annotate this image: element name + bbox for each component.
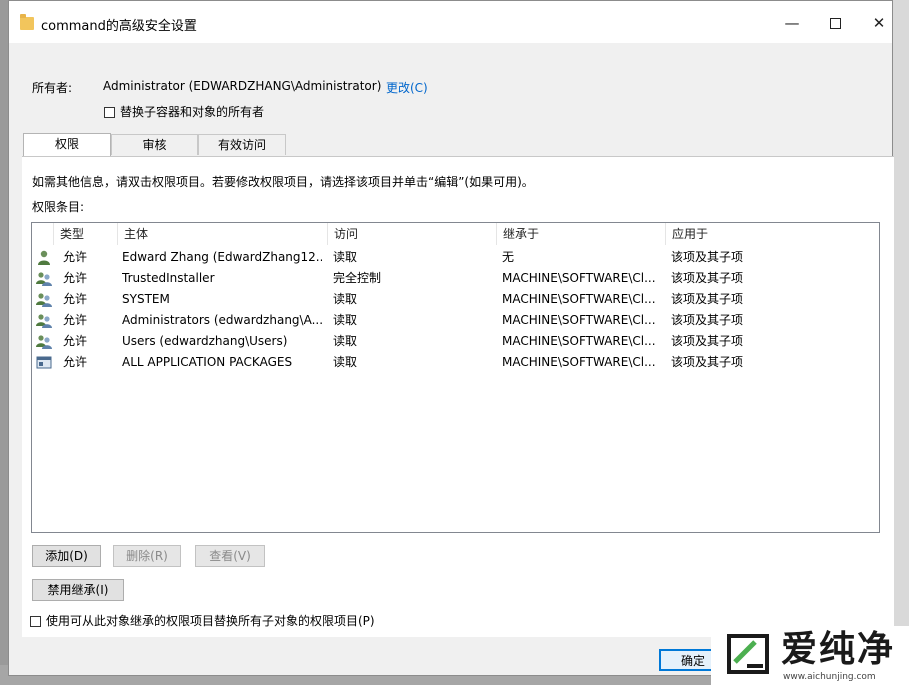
row-type: 允许 [63,313,88,327]
group-icon [36,314,52,328]
row-applies-to: 该项及其子项 [671,334,744,348]
close-button[interactable]: ✕ [859,9,899,37]
row-principal: ALL APPLICATION PACKAGES [122,355,293,369]
table-row[interactable]: 允许 Administrators (edwardzhang\A... 读取 M… [32,310,879,331]
row-type: 允许 [63,250,88,264]
replace-child-permissions-checkbox[interactable] [30,616,41,627]
row-principal: TrustedInstaller [122,271,215,285]
table-row[interactable]: 允许 SYSTEM 读取 MACHINE\SOFTWARE\Cl... 该项及其… [32,289,879,310]
row-principal: Users (edwardzhang\Users) [122,334,288,348]
watermark-url: www.aichunjing.com [783,672,876,682]
column-header-icon[interactable] [32,223,54,245]
table-row[interactable]: 允许 Users (edwardzhang\Users) 读取 MACHINE\… [32,331,879,352]
watermark-logo-icon [727,634,769,674]
column-header-access[interactable]: 访问 [328,223,497,245]
replace-owner-checkbox[interactable] [104,107,115,118]
row-principal: SYSTEM [122,292,170,306]
disable-inheritance-button[interactable]: 禁用继承(I) [32,579,124,601]
table-row[interactable]: 允许 ALL APPLICATION PACKAGES 读取 MACHINE\S… [32,352,879,373]
column-header-principal[interactable]: 主体 [118,223,328,245]
maximize-button[interactable] [815,9,855,37]
close-icon: ✕ [872,14,886,32]
row-type: 允许 [63,334,88,348]
row-access: 读取 [333,313,358,327]
packages-icon [36,356,52,369]
watermark: 爱纯净 www.aichunjing.com [711,626,909,685]
column-header-applies-to[interactable]: 应用于 [666,223,880,245]
user-icon [38,250,50,265]
row-inherited-from: 无 [502,250,515,264]
row-access: 读取 [333,292,358,306]
row-inherited-from: MACHINE\SOFTWARE\Cl... [502,355,656,369]
row-principal: Administrators (edwardzhang\A... [122,313,322,327]
owner-label: 所有者: [32,81,73,95]
permission-entries-list[interactable]: 类型 主体 访问 继承于 应用于 允许 Edward Zhang (Edward… [31,222,880,533]
tab-auditing[interactable]: 审核 [111,134,198,155]
add-button[interactable]: 添加(D) [32,545,101,567]
column-header-type[interactable]: 类型 [54,223,118,245]
maximize-icon [829,18,841,29]
row-access: 读取 [333,355,358,369]
background-window-edge [893,0,909,685]
remove-button[interactable]: 删除(R) [113,545,181,567]
row-access: 完全控制 [333,271,382,285]
row-applies-to: 该项及其子项 [671,250,744,264]
row-applies-to: 该项及其子项 [671,313,744,327]
row-applies-to: 该项及其子项 [671,271,744,285]
replace-child-permissions-option[interactable]: 使用可从此对象继承的权限项目替换所有子对象的权限项目(P) [30,612,375,629]
group-icon [36,335,52,349]
row-type: 允许 [63,292,88,306]
row-inherited-from: MACHINE\SOFTWARE\Cl... [502,292,656,306]
advanced-security-dialog: command的高级安全设置 — ✕ 所有者: Administrator (E… [8,0,894,676]
minimize-button[interactable]: — [772,9,812,37]
tab-effective-access[interactable]: 有效访问 [198,134,286,155]
row-type: 允许 [63,271,88,285]
row-inherited-from: MACHINE\SOFTWARE\Cl... [502,334,656,348]
title-bar[interactable]: command的高级安全设置 — ✕ [9,1,892,43]
group-icon [36,272,52,286]
replace-child-permissions-label: 使用可从此对象继承的权限项目替换所有子对象的权限项目(P) [46,614,375,628]
row-applies-to: 该项及其子项 [671,355,744,369]
table-row[interactable]: 允许 Edward Zhang (EdwardZhang12... 读取 无 该… [32,247,879,268]
watermark-text: 爱纯净 [781,629,896,670]
group-icon [36,293,52,307]
row-inherited-from: MACHINE\SOFTWARE\Cl... [502,313,656,327]
folder-icon [20,14,34,30]
window-title: command的高级安全设置 [41,19,197,34]
row-applies-to: 该项及其子项 [671,292,744,306]
row-access: 读取 [333,334,358,348]
minimize-icon: — [784,14,800,32]
permission-entries-label: 权限条目: [32,200,85,214]
replace-owner-label: 替换子容器和对象的所有者 [120,105,265,119]
view-button[interactable]: 查看(V) [195,545,265,567]
owner-value: Administrator (EDWARDZHANG\Administrator… [103,79,382,93]
row-inherited-from: MACHINE\SOFTWARE\Cl... [502,271,656,285]
column-header-inherited-from[interactable]: 继承于 [497,223,666,245]
table-row[interactable]: 允许 TrustedInstaller 完全控制 MACHINE\SOFTWAR… [32,268,879,289]
row-principal: Edward Zhang (EdwardZhang12... [122,250,322,264]
permissions-panel: 如需其他信息，请双击权限项目。若要修改权限项目，请选择该项目并单击“编辑”(如果… [22,156,894,637]
replace-owner-option[interactable]: 替换子容器和对象的所有者 [104,103,264,120]
list-header: 类型 主体 访问 继承于 应用于 [32,223,879,245]
change-owner-link[interactable]: 更改(C) [386,79,428,96]
permissions-info-text: 如需其他信息，请双击权限项目。若要修改权限项目，请选择该项目并单击“编辑”(如果… [32,175,534,189]
row-access: 读取 [333,250,358,264]
row-type: 允许 [63,355,88,369]
tab-permissions[interactable]: 权限 [23,133,111,156]
